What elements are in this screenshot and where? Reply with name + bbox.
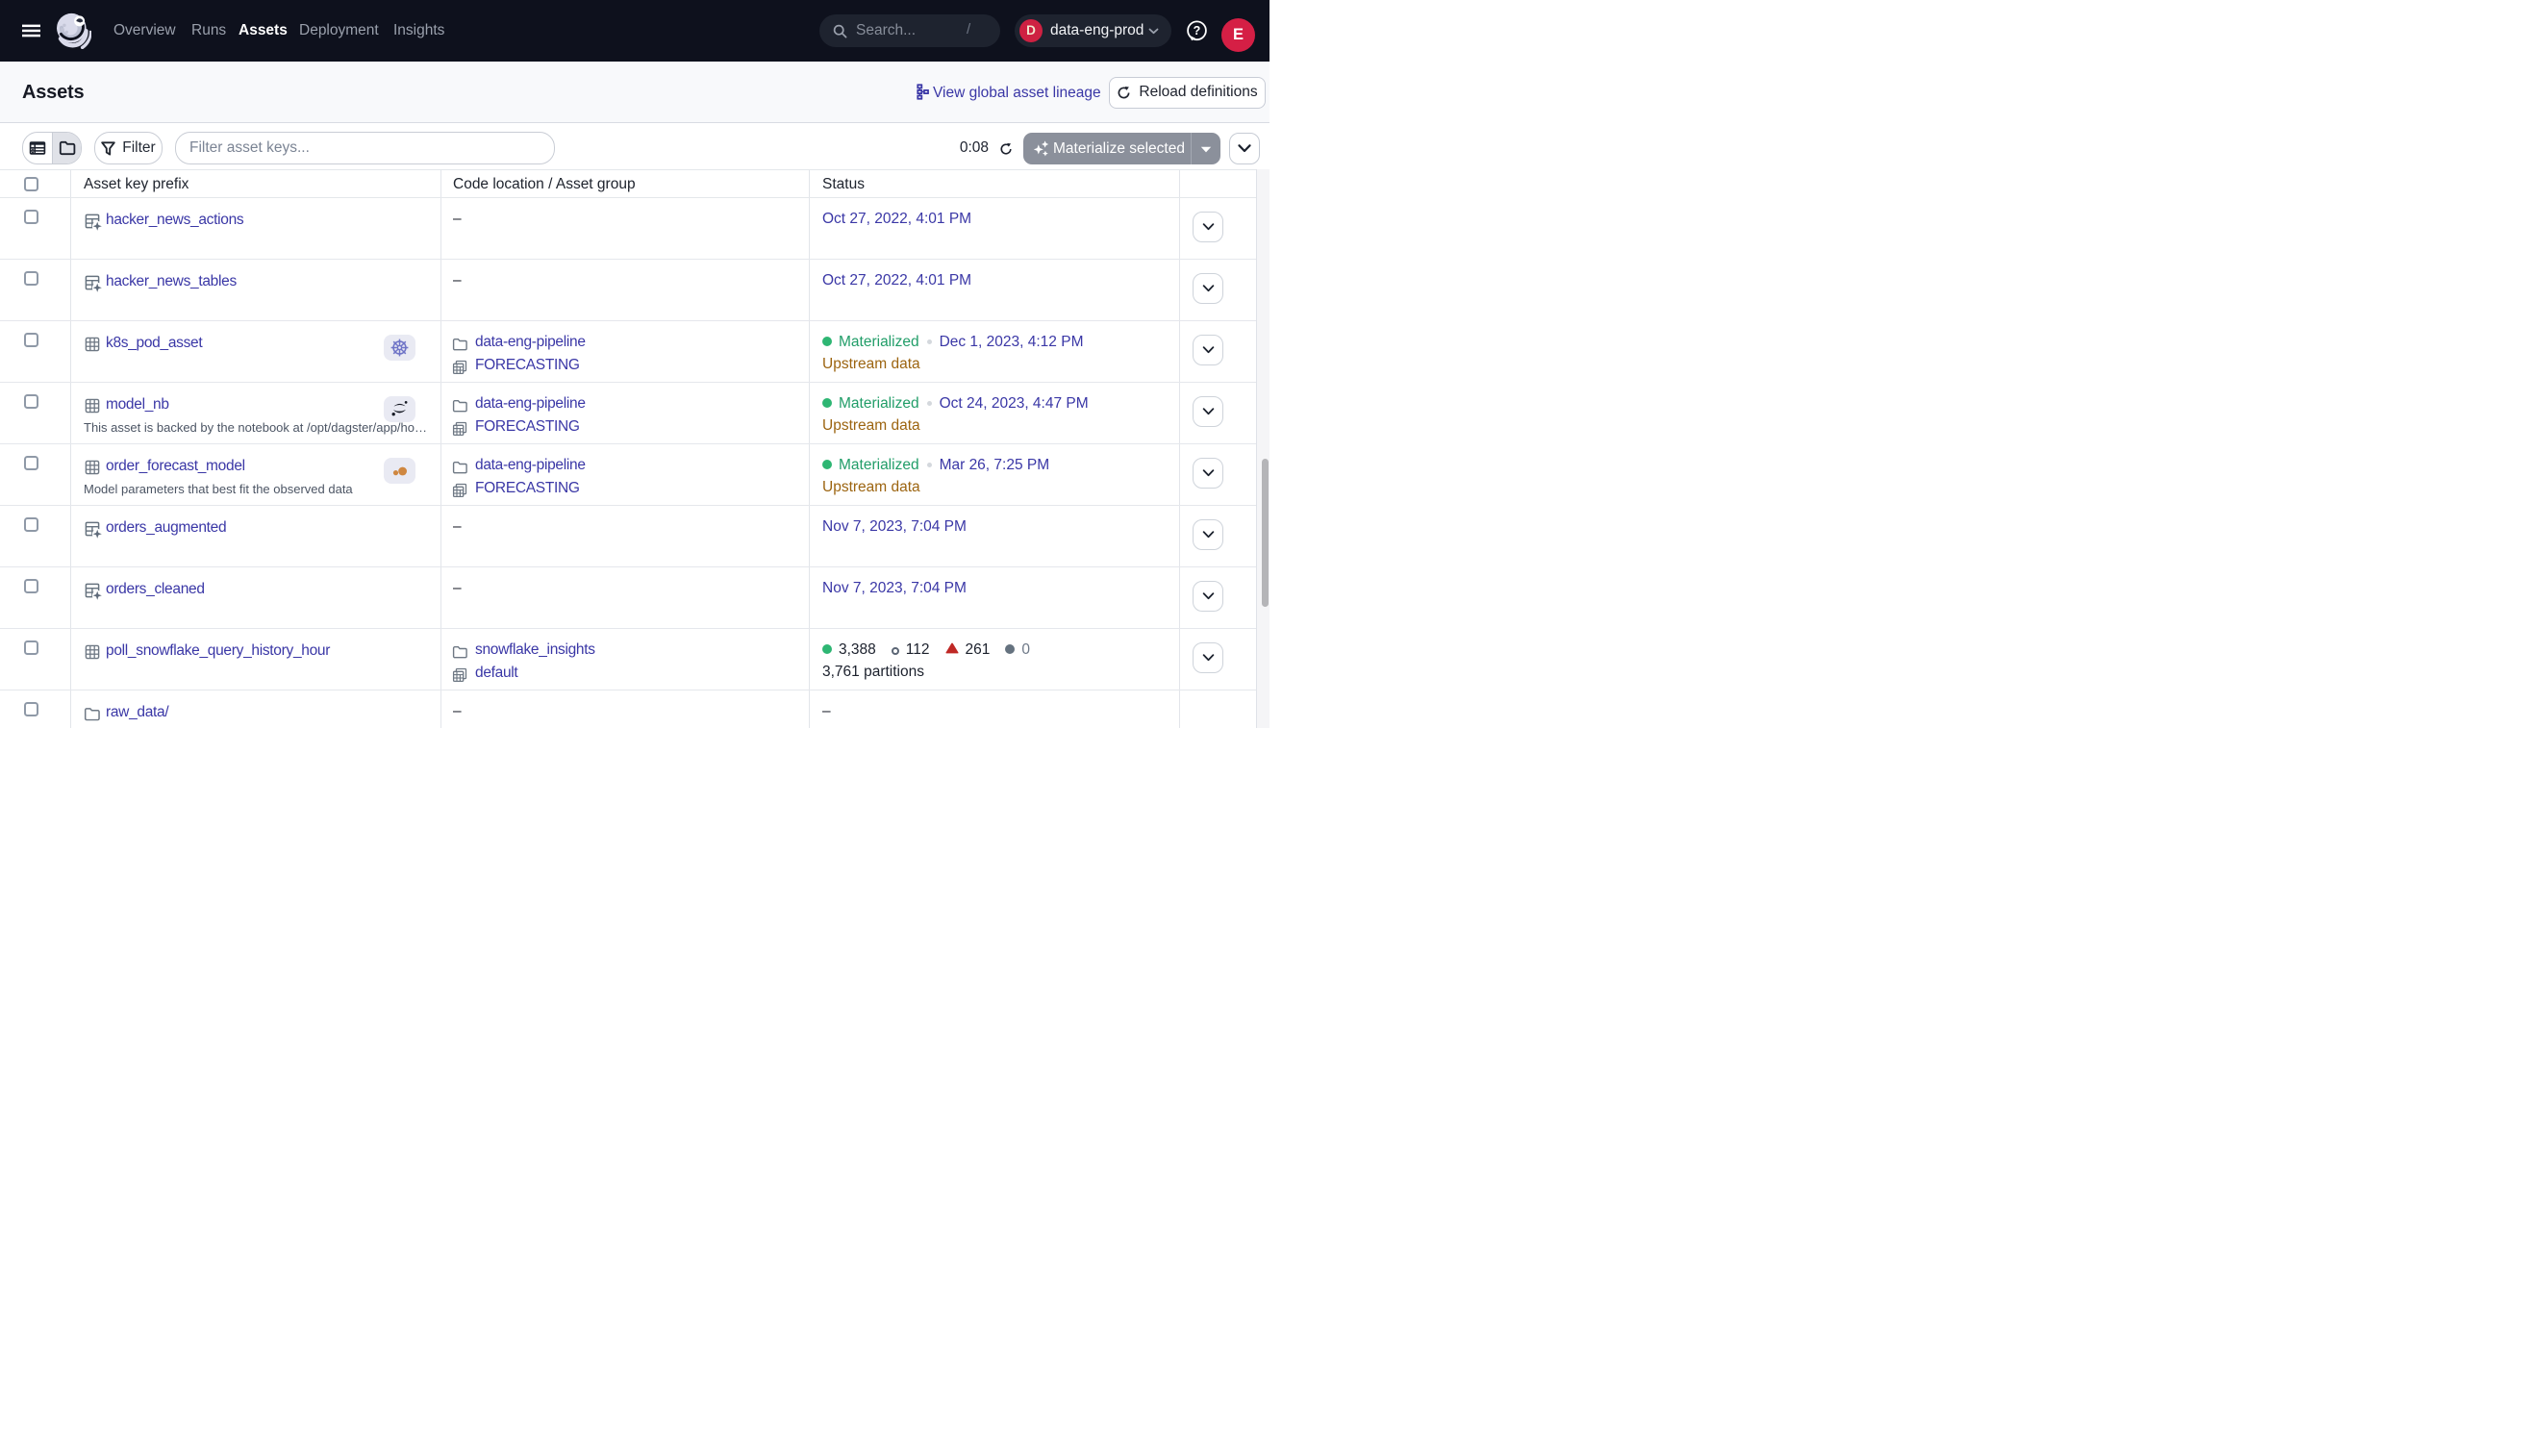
- svg-text:?: ?: [1194, 24, 1201, 38]
